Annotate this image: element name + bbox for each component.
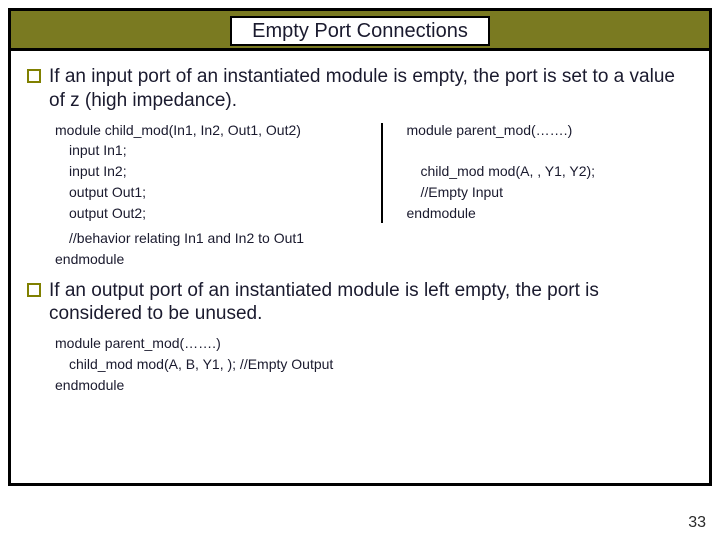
code-line: endmodule: [55, 376, 693, 395]
bullet-1: If an input port of an instantiated modu…: [27, 65, 693, 113]
code-line: //Empty Input: [407, 183, 694, 202]
code-line: input In2;: [55, 162, 361, 181]
code-left: module child_mod(In1, In2, Out1, Out2) i…: [55, 121, 361, 225]
code-right: module parent_mod(…….) child_mod mod(A, …: [407, 121, 694, 225]
page-number: 33: [688, 514, 706, 532]
code-line: input In1;: [55, 141, 361, 160]
bullet-text: If an input port of an instantiated modu…: [49, 65, 693, 113]
code-line: [407, 141, 694, 160]
code-below-2: module parent_mod(…….) child_mod mod(A, …: [55, 334, 693, 395]
bullet-icon: [27, 283, 41, 297]
code-line: module parent_mod(…….): [55, 334, 693, 353]
slide-title: Empty Port Connections: [252, 20, 468, 43]
title-bar: Empty Port Connections: [11, 11, 709, 51]
code-two-column: module child_mod(In1, In2, Out1, Out2) i…: [55, 121, 693, 225]
column-divider: [381, 123, 383, 223]
code-line: child_mod mod(A, B, Y1, ); //Empty Outpu…: [55, 355, 693, 374]
slide-frame: Empty Port Connections If an input port …: [8, 8, 712, 486]
slide-body: If an input port of an instantiated modu…: [11, 55, 709, 483]
slide: Empty Port Connections If an input port …: [0, 0, 720, 540]
code-below-1: //behavior relating In1 and In2 to Out1 …: [55, 229, 693, 269]
code-line: endmodule: [407, 204, 694, 223]
code-line: endmodule: [55, 250, 693, 269]
bullet-text: If an output port of an instantiated mod…: [49, 279, 693, 327]
code-line: module parent_mod(…….): [407, 121, 694, 140]
code-line: output Out1;: [55, 183, 361, 202]
code-line: child_mod mod(A, , Y1, Y2);: [407, 162, 694, 181]
bullet-2: If an output port of an instantiated mod…: [27, 279, 693, 327]
bullet-icon: [27, 69, 41, 83]
code-line: //behavior relating In1 and In2 to Out1: [55, 229, 693, 248]
title-box: Empty Port Connections: [230, 16, 490, 46]
code-line: output Out2;: [55, 204, 361, 223]
code-line: module child_mod(In1, In2, Out1, Out2): [55, 121, 361, 140]
